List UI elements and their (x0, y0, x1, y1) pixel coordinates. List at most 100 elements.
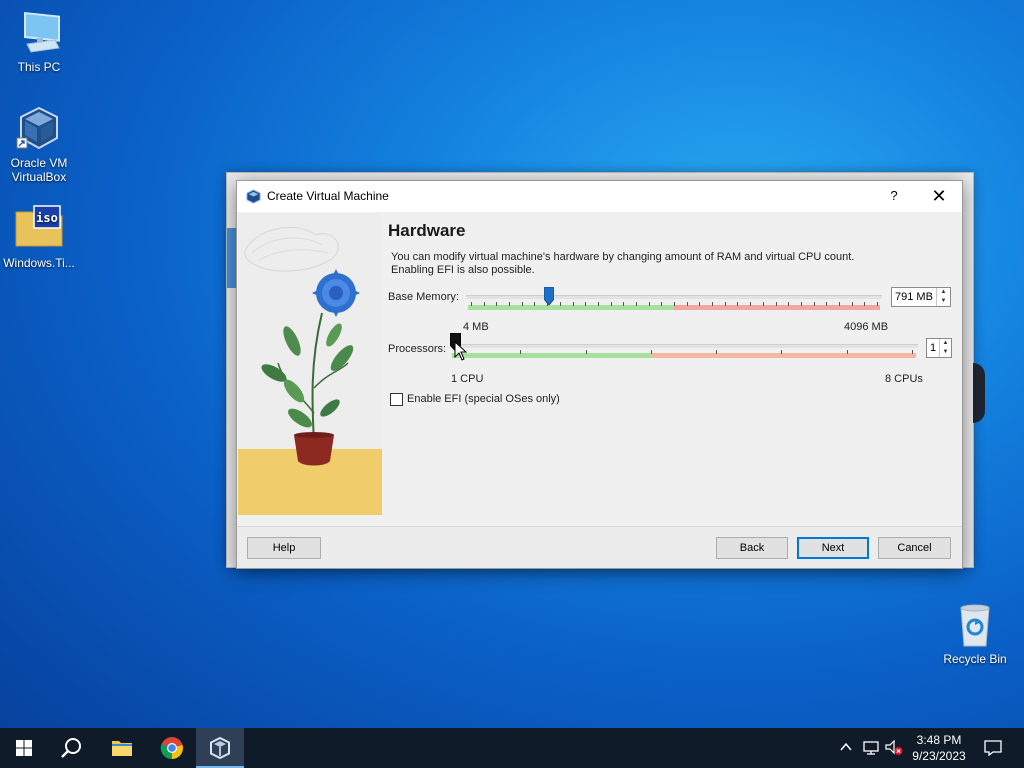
memory-tick (509, 302, 511, 306)
cancel-button[interactable]: Cancel (878, 537, 951, 559)
memory-tick (864, 302, 866, 306)
memory-tick (775, 302, 777, 306)
desktop-icon-recycle-bin[interactable]: Recycle Bin (936, 600, 1014, 666)
memory-tick (635, 302, 637, 306)
virtualbox-label-line2: VirtualBox (11, 170, 67, 184)
memory-tick (788, 302, 790, 306)
memory-tick (851, 302, 853, 306)
chrome-icon (160, 737, 183, 760)
taskbar-virtualbox[interactable] (196, 728, 244, 768)
memory-tick (496, 302, 498, 306)
memory-tick (534, 302, 536, 306)
memory-tick (610, 302, 612, 306)
taskbar-file-explorer[interactable] (98, 728, 146, 768)
virtualbox-label-line1: Oracle VM (10, 156, 68, 170)
memory-tick (674, 302, 675, 306)
start-button[interactable] (0, 728, 48, 768)
search-icon (61, 738, 81, 758)
processors-spin-arrows: ▲ ▼ (939, 339, 951, 357)
memory-tick (813, 302, 815, 306)
memory-tick (686, 302, 688, 306)
cpu-tick (912, 350, 913, 354)
memory-tick (712, 302, 714, 306)
memory-tick (483, 302, 485, 306)
dialog-titlebar[interactable]: Create Virtual Machine ? ✕ (237, 181, 962, 212)
manager-window-edge (973, 363, 985, 423)
desktop-icon-windows-iso[interactable]: iso Windows.Ti... (0, 204, 78, 270)
processors-down-arrow-icon[interactable]: ▼ (940, 348, 951, 357)
memory-tick (699, 302, 701, 306)
memory-tick (521, 302, 523, 306)
memory-slider-track (466, 295, 882, 299)
description-line-2: Enabling EFI is also possible. (391, 264, 535, 276)
memory-tick (800, 302, 802, 306)
memory-slider-handle[interactable] (544, 287, 555, 305)
base-memory-label: Base Memory: (388, 291, 459, 303)
memory-tick (826, 302, 828, 306)
base-memory-slider[interactable] (466, 283, 882, 310)
processors-up-arrow-icon[interactable]: ▲ (940, 339, 951, 348)
clock-time: 3:48 PM (916, 733, 962, 747)
volume-tray-button[interactable] (884, 728, 904, 768)
memory-green-band (468, 305, 674, 310)
show-hidden-icons-button[interactable] (838, 728, 854, 768)
start-icon (16, 740, 32, 756)
processors-spinbox[interactable]: 1 ▲ ▼ (926, 338, 952, 358)
cpu-tick (585, 350, 587, 354)
dialog-title: Create Virtual Machine (267, 189, 389, 203)
memory-value: 791 MB (895, 291, 933, 303)
cpu-tick (716, 350, 718, 354)
recycle-bin-label: Recycle Bin (943, 652, 1007, 666)
recycle-bin-icon (951, 600, 999, 648)
close-button[interactable]: ✕ (924, 183, 954, 209)
file-explorer-icon (112, 741, 132, 756)
cpu-tick (781, 350, 783, 354)
memory-tick (585, 302, 587, 306)
next-button[interactable]: Next (797, 537, 869, 559)
page-description: You can modify virtual machine's hardwar… (391, 251, 911, 277)
taskbar-search-button[interactable] (48, 728, 96, 768)
page-title: Hardware (388, 221, 466, 240)
mouse-cursor-icon (454, 341, 468, 361)
notification-icon (984, 740, 1002, 756)
enable-efi-checkbox[interactable] (390, 393, 403, 406)
this-pc-icon (15, 8, 63, 56)
processors-slider[interactable] (450, 331, 918, 361)
memory-tick (623, 302, 625, 306)
create-vm-dialog[interactable]: Create Virtual Machine ? ✕ Hardware You … (236, 180, 963, 569)
desktop-icon-virtualbox[interactable]: Oracle VM VirtualBox (0, 104, 78, 184)
desktop-icon-this-pc[interactable]: This PC (0, 8, 78, 74)
this-pc-label: This PC (17, 60, 61, 74)
cpu-min-label: 1 CPU (451, 373, 484, 385)
description-line-1: You can modify virtual machine's hardwar… (391, 251, 855, 263)
memory-tick (648, 302, 650, 306)
processors-value: 1 (930, 342, 937, 354)
cpu-max-label: 8 CPUs (885, 373, 923, 385)
wizard-plant-illustration (238, 213, 382, 515)
back-button[interactable]: Back (716, 537, 788, 559)
volume-muted-icon (885, 740, 903, 755)
network-tray-button[interactable] (862, 728, 880, 768)
windows-iso-label: Windows.Ti... (3, 256, 75, 270)
help-question-button[interactable]: ? (882, 185, 906, 207)
memory-spinbox[interactable]: 791 MB ▲ ▼ (891, 287, 951, 307)
taskbar-chrome[interactable] (148, 728, 196, 768)
memory-down-arrow-icon[interactable]: ▼ (937, 297, 950, 306)
processors-label: Processors: (388, 343, 447, 355)
enable-efi-label[interactable]: Enable EFI (special OSes only) (407, 393, 560, 405)
cpu-tick (520, 350, 522, 354)
help-button[interactable]: Help (247, 537, 321, 559)
cpu-green-band (452, 353, 652, 358)
cpu-slider-track (450, 344, 918, 348)
memory-tick (559, 302, 561, 306)
iso-file-icon: iso (14, 204, 64, 252)
action-center-button[interactable] (978, 728, 1008, 768)
memory-up-arrow-icon[interactable]: ▲ (937, 288, 950, 297)
iso-badge-text: iso (36, 211, 58, 225)
memory-spin-arrows: ▲ ▼ (936, 288, 950, 306)
memory-tick (572, 302, 574, 306)
taskbar-clock[interactable]: 3:48 PM 9/23/2023 (906, 732, 972, 764)
memory-tick (877, 302, 878, 306)
memory-tick (661, 302, 663, 306)
memory-tick (838, 302, 840, 306)
